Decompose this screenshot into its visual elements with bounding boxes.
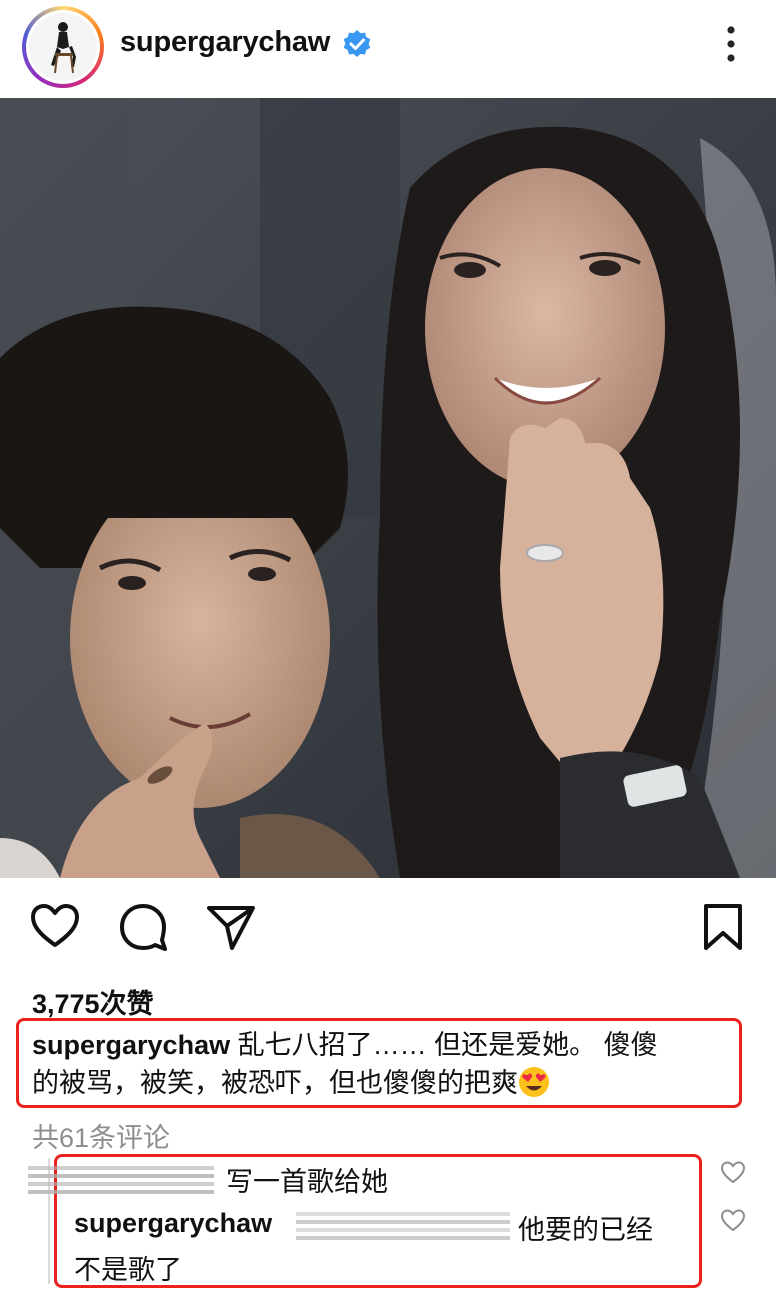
post-caption: supergarychaw 乱七八招了…… 但还是爱她。 傻傻 的被骂，被笑，被… (32, 1026, 738, 1102)
verified-badge-icon (343, 30, 371, 57)
reply-like-heart-icon[interactable] (720, 1208, 746, 1234)
obscured-mention[interactable] (296, 1206, 514, 1246)
bookmark-icon[interactable] (696, 900, 750, 954)
caption-text-line1: 乱七八招了…… 但还是爱她。 傻傻 (230, 1030, 658, 1060)
paper-plane-icon[interactable] (204, 900, 258, 954)
post-username[interactable]: supergarychaw (120, 26, 330, 59)
action-bar (0, 890, 776, 962)
post-photo[interactable] (0, 98, 776, 878)
post-header: supergarychaw (0, 0, 776, 98)
avatar[interactable] (22, 6, 104, 88)
comment-like-heart-icon[interactable] (720, 1160, 746, 1186)
caption-username[interactable]: supergarychaw (32, 1030, 230, 1060)
view-comments-link[interactable]: 共61条评论 (32, 1116, 170, 1155)
likes-count[interactable]: 3,775次赞 (32, 982, 154, 1021)
comment-text: 写一首歌给她 (226, 1167, 388, 1197)
reply-username[interactable]: supergarychaw (74, 1208, 272, 1239)
reply-text-line2: 不是歌了 (74, 1255, 182, 1285)
heart-icon[interactable] (28, 900, 82, 954)
more-vertical-icon[interactable] (716, 22, 746, 66)
obscured-username[interactable] (28, 1160, 220, 1200)
comment-bubble-icon[interactable] (116, 900, 170, 954)
reply-text-line1: 他要的已经 (518, 1215, 653, 1245)
heart-eyes-emoji-icon (519, 1067, 549, 1097)
caption-text-line2: 的被骂，被笑，被恐吓，但也傻傻的把爽 (32, 1068, 518, 1098)
